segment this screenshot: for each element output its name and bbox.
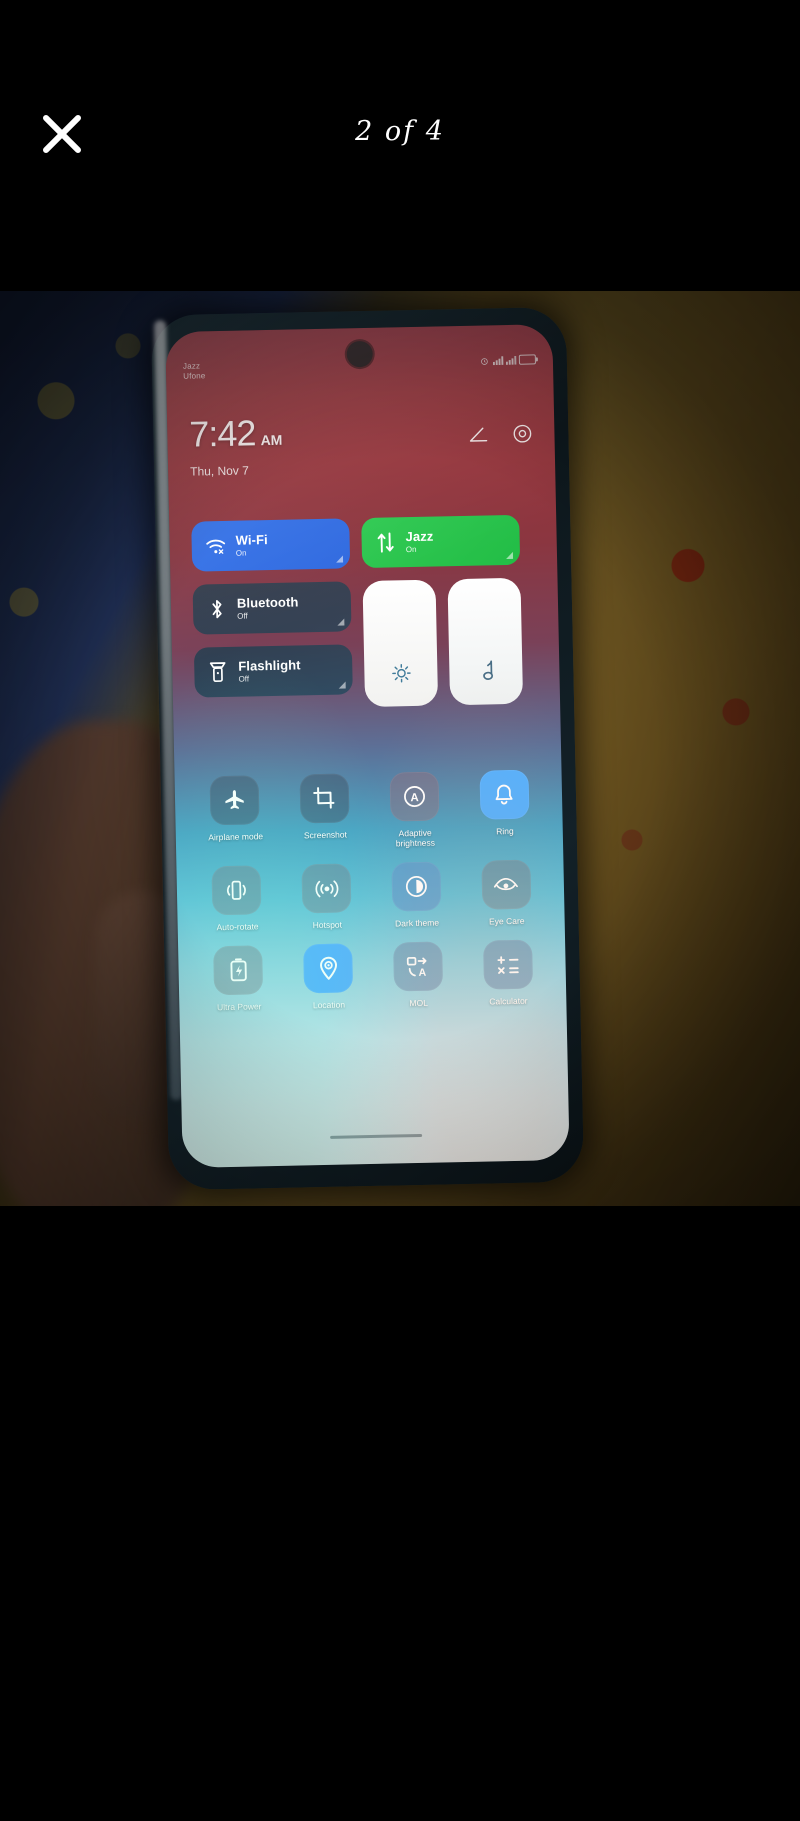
eye-settings-icon[interactable] bbox=[512, 423, 533, 448]
grid-item-label: Auto-rotate bbox=[216, 921, 259, 933]
tile-flashlight-title: Flashlight bbox=[238, 657, 301, 674]
tile-wifi[interactable]: Wi-Fi On bbox=[191, 518, 351, 572]
grid-item-ultra-power[interactable]: Ultra Power bbox=[198, 945, 279, 1013]
volume-slider[interactable] bbox=[447, 577, 524, 706]
tile-wifi-title: Wi-Fi bbox=[235, 532, 268, 548]
carrier-1-label: Jazz bbox=[182, 361, 201, 371]
carrier-2-label: Ufone bbox=[183, 371, 206, 381]
tile-bluetooth-state: Off bbox=[237, 611, 248, 621]
grid-item-label: Calculator bbox=[489, 995, 528, 1007]
grid-item-adaptive-brightness[interactable]: A Adaptive brightness bbox=[374, 771, 455, 849]
grid-item-label: Hotspot bbox=[312, 919, 343, 931]
viewer-bottom-bar bbox=[0, 1206, 800, 1821]
tile-mobile-data-state: On bbox=[405, 544, 417, 554]
grid-item-dark-theme[interactable]: Dark theme bbox=[376, 861, 457, 929]
photo-viewer: Jazz Ufone 7:42 AM Thu, Nov 7 Wi-Fi On B… bbox=[0, 0, 800, 1821]
grid-item-ring[interactable]: Ring bbox=[464, 769, 545, 847]
wifi-icon bbox=[202, 533, 228, 559]
grid-item-eye-care[interactable]: Eye Care bbox=[466, 859, 547, 927]
tile-flashlight[interactable]: Flashlight Off bbox=[193, 644, 353, 698]
grid-item-screenshot[interactable]: Screenshot bbox=[284, 773, 365, 851]
grid-item-auto-rotate[interactable]: Auto-rotate bbox=[196, 865, 277, 933]
svg-text:A: A bbox=[418, 966, 426, 978]
signal-icon bbox=[492, 355, 504, 365]
home-indicator[interactable] bbox=[329, 1133, 422, 1139]
data-arrows-icon bbox=[372, 530, 398, 556]
clock-time-value: 7:42 bbox=[188, 412, 256, 455]
lockscreen-clock: 7:42 AM Thu, Nov 7 bbox=[188, 409, 533, 479]
grid-item-airplane-mode[interactable]: Airplane mode bbox=[195, 775, 276, 853]
screenshot-icon bbox=[299, 773, 350, 824]
grid-item-label: Ring bbox=[496, 825, 514, 837]
calculator-icon bbox=[482, 939, 533, 990]
grid-item-label: Location bbox=[312, 999, 346, 1011]
phone-screen: Jazz Ufone 7:42 AM Thu, Nov 7 Wi-Fi On B… bbox=[165, 324, 570, 1168]
slider-group bbox=[362, 577, 524, 708]
tile-bluetooth[interactable]: Bluetooth Off bbox=[192, 581, 352, 635]
auto-rotate-icon bbox=[211, 865, 262, 916]
grid-item-mol[interactable]: A MOL bbox=[378, 941, 459, 1009]
hotspot-icon bbox=[301, 863, 352, 914]
brightness-sun-icon bbox=[391, 663, 412, 688]
tile-mobile-data-title: Jazz bbox=[405, 528, 434, 545]
grid-item-label: Dark theme bbox=[394, 917, 440, 929]
quick-settings-grid: Airplane mode Screenshot A Adaptive brig… bbox=[195, 769, 549, 1012]
clock-ampm: AM bbox=[260, 431, 283, 449]
alarm-icon bbox=[480, 356, 489, 365]
grid-item-location[interactable]: Location bbox=[288, 943, 369, 1011]
tile-expand-corner-icon[interactable] bbox=[338, 681, 346, 689]
quick-settings-tiles: Wi-Fi On Bluetooth Off Flashlight Off Ja… bbox=[191, 514, 540, 710]
dark-theme-icon bbox=[391, 861, 442, 912]
image-counter: 2 of 4 bbox=[355, 116, 445, 147]
right-tile-column: Jazz On bbox=[361, 514, 524, 708]
tile-wifi-state: On bbox=[235, 548, 247, 558]
flashlight-icon bbox=[205, 659, 231, 685]
eye-care-icon bbox=[480, 859, 532, 910]
tile-bluetooth-title: Bluetooth bbox=[236, 594, 299, 611]
grid-item-calculator[interactable]: Calculator bbox=[467, 939, 548, 1007]
tile-mobile-data[interactable]: Jazz On bbox=[361, 514, 521, 569]
tile-expand-corner-icon[interactable] bbox=[335, 555, 344, 563]
tile-flashlight-state: Off bbox=[238, 674, 250, 684]
carrier-labels: Jazz Ufone bbox=[183, 361, 206, 381]
phone-device: Jazz Ufone 7:42 AM Thu, Nov 7 Wi-Fi On B… bbox=[150, 306, 585, 1191]
brightness-slider[interactable] bbox=[362, 579, 439, 708]
translate-icon: A bbox=[392, 941, 443, 992]
grid-item-label: Airplane mode bbox=[208, 831, 264, 843]
photo-image[interactable]: Jazz Ufone 7:42 AM Thu, Nov 7 Wi-Fi On B… bbox=[0, 291, 800, 1206]
tile-expand-corner-icon[interactable] bbox=[337, 618, 345, 626]
status-bar-icons bbox=[480, 354, 536, 365]
clock-date: Thu, Nov 7 bbox=[190, 463, 250, 479]
grid-item-label: Screenshot bbox=[303, 829, 348, 841]
airplane-icon bbox=[209, 775, 260, 826]
left-tile-column: Wi-Fi On Bluetooth Off Flashlight Off bbox=[191, 518, 353, 710]
grid-item-hotspot[interactable]: Hotspot bbox=[286, 863, 367, 931]
music-note-icon bbox=[477, 659, 496, 686]
header-icons bbox=[468, 423, 533, 453]
viewer-top-bar: 2 of 4 bbox=[0, 0, 800, 290]
battery-saver-icon bbox=[213, 945, 264, 996]
grid-item-label: Adaptive brightness bbox=[395, 827, 436, 849]
clock-time: 7:42 AM bbox=[188, 412, 283, 460]
bell-icon bbox=[479, 769, 530, 820]
bluetooth-icon bbox=[204, 596, 230, 622]
grid-item-label: MOL bbox=[409, 997, 429, 1009]
location-pin-icon bbox=[303, 943, 354, 994]
grid-item-label: Ultra Power bbox=[216, 1001, 262, 1013]
adaptive-brightness-icon: A bbox=[389, 771, 440, 822]
signal-icon bbox=[505, 355, 517, 365]
status-bar: Jazz Ufone bbox=[166, 354, 554, 392]
battery-icon bbox=[518, 354, 536, 365]
svg-text:A: A bbox=[410, 792, 419, 804]
grid-item-label: Eye Care bbox=[488, 915, 525, 927]
edit-icon[interactable] bbox=[468, 426, 488, 447]
tile-expand-corner-icon[interactable] bbox=[505, 551, 514, 560]
